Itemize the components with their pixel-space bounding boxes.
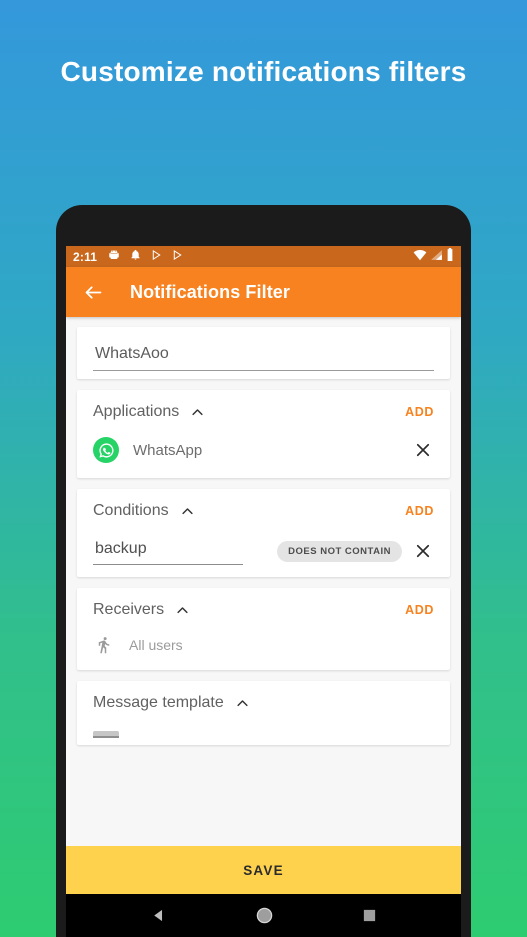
applications-add-button[interactable]: ADD	[405, 405, 434, 419]
conditions-header: Conditions ADD	[93, 489, 434, 533]
conditions-card: Conditions ADD DOES NOT CONTAIN	[77, 489, 450, 577]
status-left-icons	[108, 248, 183, 266]
application-name: WhatsApp	[133, 441, 203, 459]
nav-recents-icon[interactable]	[362, 908, 377, 923]
receivers-add-button[interactable]: ADD	[405, 603, 434, 617]
applications-title: Applications	[93, 403, 180, 420]
message-template-content-clipped	[93, 725, 434, 745]
nav-home-icon[interactable]	[255, 906, 274, 925]
receivers-card: Receivers ADD All users	[77, 588, 450, 670]
message-template-field-top[interactable]	[93, 731, 119, 738]
message-template-title: Message template	[93, 694, 224, 711]
arrow-back-icon[interactable]	[80, 279, 106, 305]
condition-operator-chip[interactable]: DOES NOT CONTAIN	[277, 540, 402, 562]
receivers-title: Receivers	[93, 601, 165, 618]
page-title: Notifications Filter	[130, 281, 291, 302]
play-store-icon	[172, 248, 183, 266]
receivers-header: Receivers ADD	[93, 588, 434, 632]
chevron-up-icon[interactable]	[175, 603, 190, 618]
status-clock: 2:11	[73, 249, 98, 264]
status-bar: 2:11	[66, 246, 461, 267]
play-store-icon	[151, 248, 162, 266]
app-bar: Notifications Filter	[66, 267, 461, 317]
promo-headline: Customize notifications filters	[60, 56, 467, 87]
phone-frame: 2:11 Notifications Filter WhatsAoo Appli…	[56, 205, 471, 937]
save-button[interactable]: SAVE	[66, 846, 461, 894]
signal-icon	[430, 248, 443, 266]
condition-row: DOES NOT CONTAIN	[93, 533, 434, 577]
chevron-up-icon[interactable]	[235, 696, 250, 711]
save-button-label: SAVE	[243, 862, 284, 878]
conditions-add-button[interactable]: ADD	[405, 504, 434, 518]
chevron-up-icon[interactable]	[190, 405, 205, 420]
android-icon	[108, 248, 120, 266]
nav-back-icon[interactable]	[150, 907, 167, 924]
receiver-name: All users	[129, 637, 183, 653]
whatsapp-icon	[93, 437, 119, 463]
applications-header: Applications ADD	[93, 390, 434, 434]
filter-name-input[interactable]	[93, 341, 434, 371]
applications-card: Applications ADD WhatsApp	[77, 390, 450, 478]
android-nav-bar	[66, 894, 461, 937]
wifi-icon	[413, 248, 427, 266]
conditions-title: Conditions	[93, 502, 169, 519]
battery-icon	[446, 247, 454, 266]
status-right-icons	[413, 247, 454, 266]
chevron-up-icon[interactable]	[180, 504, 195, 519]
message-template-header: Message template	[93, 681, 434, 725]
close-icon[interactable]	[412, 540, 434, 562]
running-person-icon	[93, 636, 115, 654]
filter-form: Applications ADD WhatsApp	[66, 317, 461, 894]
bell-icon	[130, 248, 141, 266]
phone-screen: 2:11 Notifications Filter WhatsAoo Appli…	[66, 246, 461, 894]
close-icon[interactable]	[412, 439, 434, 461]
receiver-row: All users	[93, 632, 434, 670]
condition-text-input[interactable]	[93, 537, 243, 565]
application-row: WhatsApp	[93, 434, 434, 478]
message-template-card: Message template	[77, 681, 450, 745]
filter-name-card	[77, 327, 450, 379]
